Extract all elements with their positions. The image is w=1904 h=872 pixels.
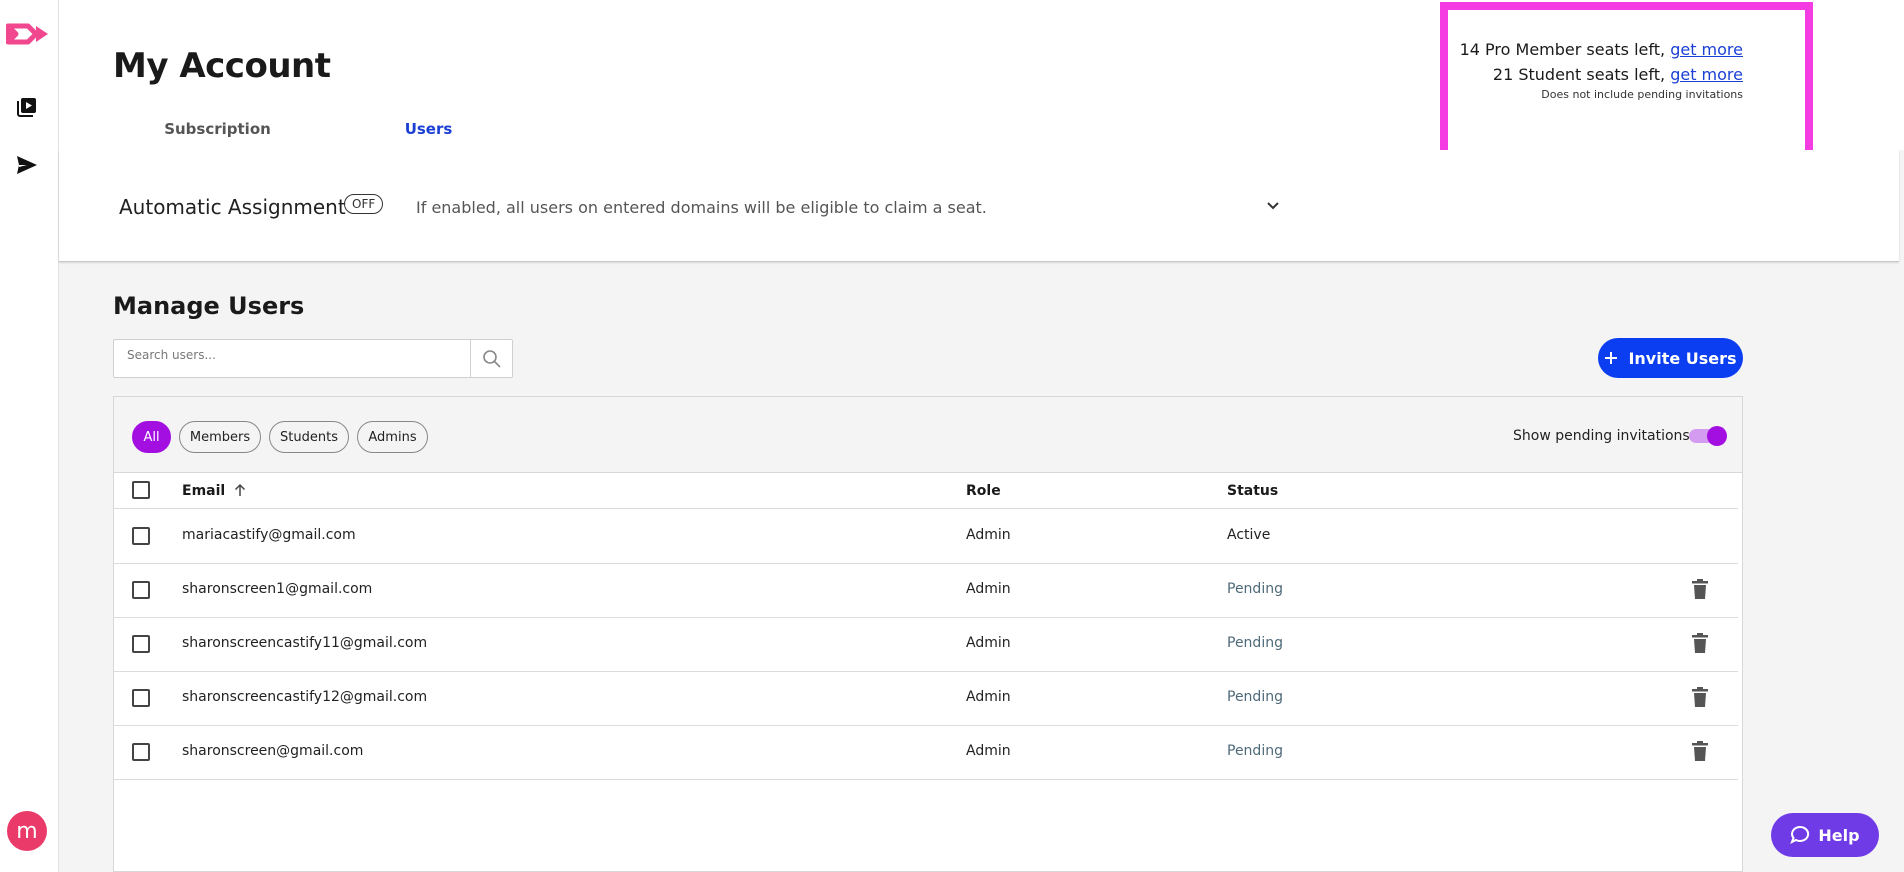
pro-seats-text: 14 Pro Member seats left,	[1459, 40, 1666, 59]
row-role: Admin	[966, 635, 1011, 651]
table-row: sharonscreencastify11@gmail.com Admin Pe…	[114, 618, 1738, 672]
automatic-assignment-description: If enabled, all users on entered domains…	[416, 198, 987, 217]
table-row: sharonscreen1@gmail.com Admin Pending	[114, 564, 1738, 618]
row-role: Admin	[966, 527, 1011, 543]
page-title: My Account	[113, 46, 331, 86]
table-header: Email Role Status	[114, 473, 1738, 509]
users-table: All Members Students Admins Show pending…	[113, 396, 1743, 872]
student-seats-text: 21 Student seats left,	[1492, 65, 1666, 84]
table-row: sharonscreencastify12@gmail.com Admin Pe…	[114, 672, 1738, 726]
row-email: sharonscreen1@gmail.com	[182, 581, 373, 597]
table-row: sharonscreen@gmail.com Admin Pending	[114, 726, 1738, 780]
row-role: Admin	[966, 581, 1011, 597]
tab-users[interactable]: Users	[323, 112, 534, 152]
row-role: Admin	[966, 689, 1011, 705]
trash-icon[interactable]	[1692, 687, 1708, 711]
trash-icon[interactable]	[1692, 633, 1708, 657]
help-label: Help	[1818, 825, 1860, 845]
row-email: sharonscreencastify12@gmail.com	[182, 689, 428, 705]
filter-all[interactable]: All	[132, 421, 171, 453]
student-seats-line: 21 Student seats left, get more	[1448, 62, 1743, 87]
arrow-up-icon	[235, 483, 246, 496]
filter-students[interactable]: Students	[269, 421, 349, 453]
manage-users-title: Manage Users	[113, 292, 305, 320]
row-checkbox[interactable]	[132, 689, 150, 707]
search-icon	[482, 349, 501, 368]
chevron-down-icon[interactable]	[1265, 194, 1281, 222]
invite-users-button[interactable]: Invite Users	[1598, 338, 1743, 378]
row-status: Pending	[1227, 581, 1283, 597]
chat-bubble-icon	[1790, 825, 1810, 845]
show-pending-toggle[interactable]	[1689, 426, 1727, 446]
automatic-assignment-title: Automatic Assignment	[119, 195, 346, 219]
row-checkbox[interactable]	[132, 581, 150, 599]
search-input[interactable]	[114, 340, 471, 377]
row-checkbox[interactable]	[132, 743, 150, 761]
help-button[interactable]: Help	[1771, 813, 1879, 857]
plus-icon	[1605, 352, 1618, 364]
table-row: mariacastify@gmail.com Admin Active	[114, 510, 1738, 564]
pro-seats-line: 14 Pro Member seats left, get more	[1448, 37, 1743, 62]
student-get-more-link[interactable]: get more	[1670, 65, 1743, 84]
castify-logo-icon[interactable]	[6, 18, 50, 50]
invite-users-label: Invite Users	[1628, 348, 1737, 368]
row-checkbox[interactable]	[132, 527, 150, 545]
row-checkbox[interactable]	[132, 635, 150, 653]
filter-members[interactable]: Members	[179, 421, 261, 453]
row-status: Pending	[1227, 743, 1283, 759]
row-status: Active	[1227, 527, 1271, 543]
search-button[interactable]	[470, 340, 512, 377]
row-role: Admin	[966, 743, 1011, 759]
show-pending-label: Show pending invitations	[1513, 428, 1690, 444]
search-box	[113, 339, 513, 378]
trash-icon[interactable]	[1692, 579, 1708, 603]
sidebar: m	[0, 0, 59, 872]
pro-get-more-link[interactable]: get more	[1670, 40, 1743, 59]
filter-bar: All Members Students Admins Show pending…	[114, 397, 1742, 473]
select-all-checkbox[interactable]	[132, 481, 150, 499]
email-header-label: Email	[182, 483, 226, 499]
role-column-header: Role	[966, 483, 1001, 499]
row-status: Pending	[1227, 635, 1283, 651]
video-library-icon[interactable]	[12, 92, 42, 122]
filter-admins[interactable]: Admins	[357, 421, 428, 453]
avatar[interactable]: m	[7, 811, 47, 851]
email-column-header[interactable]: Email	[182, 483, 247, 499]
row-email: sharonscreen@gmail.com	[182, 743, 364, 759]
send-icon[interactable]	[12, 150, 42, 180]
automatic-assignment-panel[interactable]: Automatic Assignment OFF If enabled, all…	[59, 150, 1899, 262]
trash-icon[interactable]	[1692, 741, 1708, 765]
row-status: Pending	[1227, 689, 1283, 705]
status-badge: OFF	[344, 194, 384, 214]
status-column-header: Status	[1227, 483, 1279, 499]
seats-summary: 14 Pro Member seats left, get more 21 St…	[1440, 2, 1813, 169]
row-email: mariacastify@gmail.com	[182, 527, 356, 543]
tab-subscription[interactable]: Subscription	[112, 112, 323, 152]
row-email: sharonscreencastify11@gmail.com	[182, 635, 428, 651]
seats-note: Does not include pending invitations	[1541, 88, 1743, 101]
